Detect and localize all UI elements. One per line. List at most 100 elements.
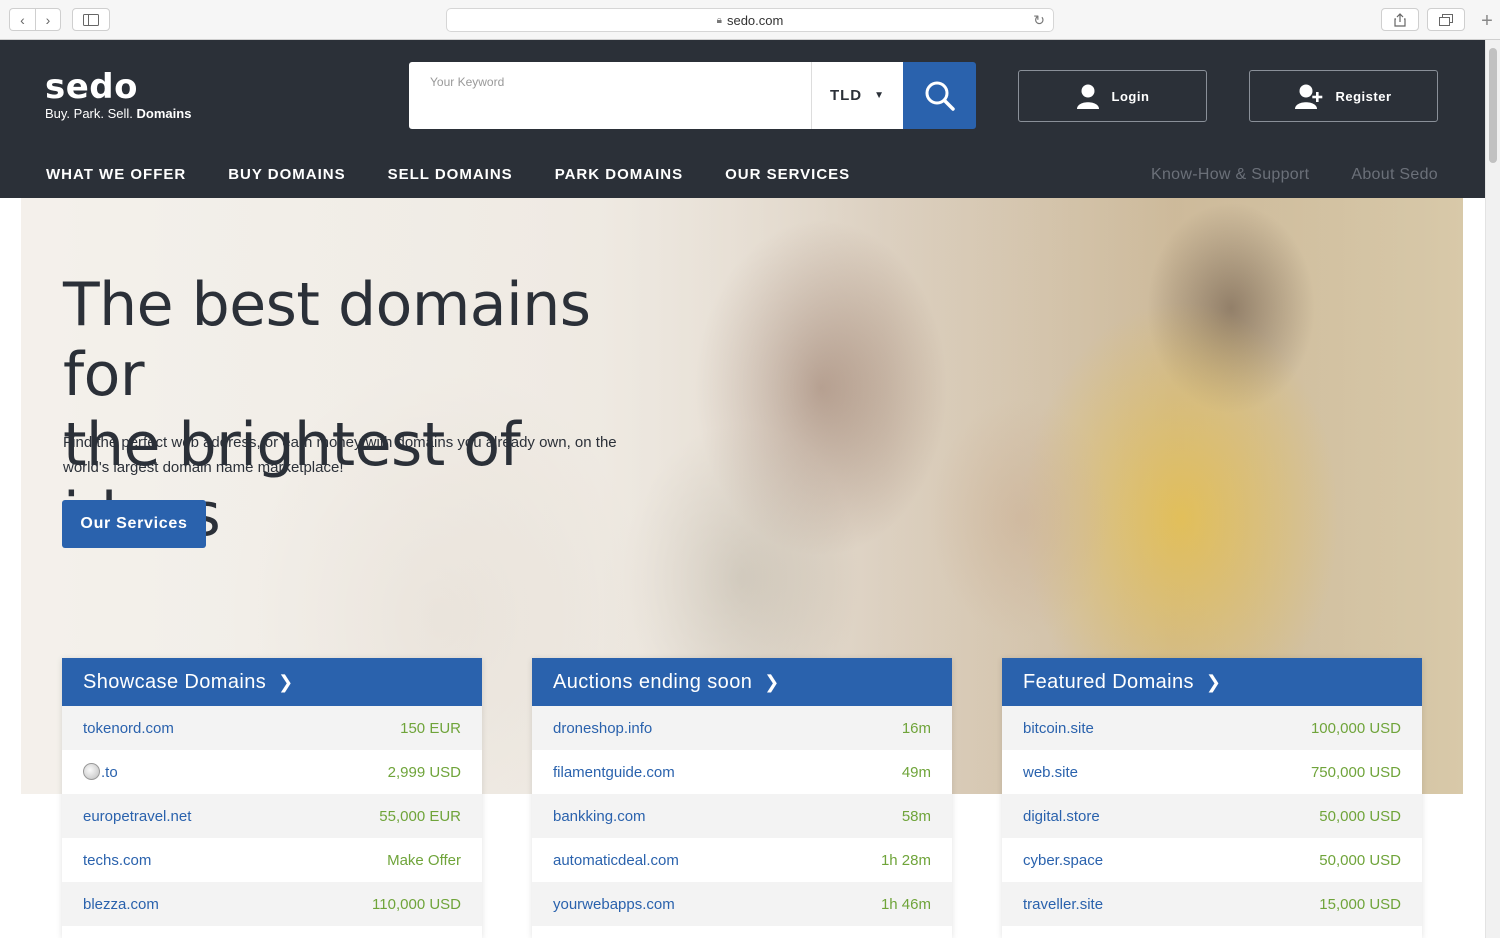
secondary-nav: Know-How & Support About Sedo <box>1109 166 1438 184</box>
featured-domains-panel: Featured Domains ❯ bitcoin.site 100,000 U… <box>1002 658 1422 938</box>
domain-link[interactable]: cyber.space <box>1023 852 1103 869</box>
history-buttons: ‹ › <box>9 8 61 31</box>
domain-link[interactable]: .to <box>83 763 118 781</box>
domain-price: 150 EUR <box>400 719 461 737</box>
list-item[interactable]: .to 2,999 USD <box>62 750 482 794</box>
sidebar-toggle-icon[interactable] <box>72 8 110 31</box>
register-button[interactable]: Register <box>1249 70 1438 122</box>
share-icon[interactable] <box>1381 8 1419 31</box>
domain-price: 50,000 USD <box>1319 807 1401 825</box>
tagline-prefix: Buy. Park. Sell. <box>45 106 133 121</box>
time-left: 1h 46m <box>880 895 931 913</box>
domain-link[interactable]: europetravel.net <box>83 808 191 825</box>
domain-price: 55,000 EUR <box>379 807 461 825</box>
keyword-input[interactable] <box>409 62 811 129</box>
list-item[interactable]: techs.com Make Offer <box>62 838 482 882</box>
logo-tagline: Buy. Park. Sell. Domains <box>45 106 191 121</box>
list-item[interactable]: cyber.space 50,000 USD <box>1002 838 1422 882</box>
nav-what-we-offer[interactable]: WHAT WE OFFER <box>46 166 186 183</box>
list-item[interactable]: bitcoin.site 100,000 USD <box>1002 706 1422 750</box>
hero-description: Find the perfect web address, or earn mo… <box>63 434 617 476</box>
new-tab-icon[interactable]: + <box>1476 10 1498 32</box>
nav-about-sedo[interactable]: About Sedo <box>1351 166 1438 184</box>
panel-title: Featured Domains <box>1023 670 1194 693</box>
panel-title: Showcase Domains <box>83 670 267 693</box>
panel-title: Auctions ending soon <box>553 670 753 693</box>
domain-link[interactable]: traveller.site <box>1023 896 1103 913</box>
forward-icon[interactable]: › <box>35 8 61 31</box>
site-header: sedo Buy. Park. Sell. Domains Your Keywo… <box>0 40 1485 198</box>
login-label: Login <box>1111 88 1150 104</box>
domain-price: Make Offer <box>387 851 461 869</box>
back-icon[interactable]: ‹ <box>9 8 35 31</box>
keyword-field[interactable]: Your Keyword <box>409 62 811 129</box>
domain-link[interactable]: tokenord.com <box>83 720 174 737</box>
browser-toolbar: ‹ › 🔒︎ sedo.com ↻ + <box>0 0 1500 40</box>
logo-wordmark: sedo <box>45 67 138 107</box>
showcase-domains-panel: Showcase Domains ❯ tokenord.com 150 EUR .… <box>62 658 482 938</box>
tld-label: TLD <box>829 87 863 104</box>
domain-price: 15,000 USD <box>1319 895 1401 913</box>
register-label: Register <box>1335 88 1392 104</box>
list-item[interactable]: europetravel.net 55,000 EUR <box>62 794 482 838</box>
domain-link[interactable]: filamentguide.com <box>553 764 675 781</box>
list-item[interactable]: bankking.com 58m <box>532 794 952 838</box>
domain-link[interactable]: web.site <box>1023 764 1078 781</box>
panel-header[interactable]: Featured Domains ❯ <box>1002 658 1422 706</box>
chevron-right-icon: ❯ <box>1205 671 1222 692</box>
our-services-button[interactable]: Our Services <box>62 500 206 548</box>
sedo-logo[interactable]: sedo Buy. Park. Sell. Domains <box>45 70 191 121</box>
domain-price: 750,000 USD <box>1310 763 1401 781</box>
domain-link[interactable]: bitcoin.site <box>1023 720 1094 737</box>
domain-search: Your Keyword TLD ▼ <box>409 62 976 129</box>
address-bar[interactable]: 🔒︎ sedo.com ↻ <box>446 8 1054 32</box>
list-item[interactable]: yourwebapps.com 1h 46m <box>532 882 952 926</box>
hero-headline-line1: The best domains for <box>63 270 591 410</box>
time-left: 58m <box>901 807 931 825</box>
time-left: 1h 28m <box>880 851 931 869</box>
domain-price: 110,000 USD <box>372 895 461 913</box>
domain-link[interactable]: digital.store <box>1023 808 1100 825</box>
domain-price: 2,999 USD <box>387 763 461 781</box>
nav-our-services[interactable]: OUR SERVICES <box>725 166 850 183</box>
domain-suffix: .to <box>101 764 118 781</box>
panel-header[interactable]: Auctions ending soon ❯ <box>532 658 952 706</box>
chevron-right-icon: ❯ <box>278 671 294 692</box>
list-item[interactable]: automaticdeal.com 1h 28m <box>532 838 952 882</box>
nav-know-how-support[interactable]: Know-How & Support <box>1151 166 1309 184</box>
domain-link[interactable]: automaticdeal.com <box>553 852 679 869</box>
reload-icon[interactable]: ↻ <box>1033 12 1045 29</box>
add-user-icon <box>1295 84 1323 109</box>
domain-link[interactable]: yourwebapps.com <box>553 896 675 913</box>
login-button[interactable]: Login <box>1018 70 1207 122</box>
list-item[interactable]: droneshop.info 16m <box>532 706 952 750</box>
list-item[interactable]: digital.store 50,000 USD <box>1002 794 1422 838</box>
search-button[interactable] <box>903 62 976 129</box>
tld-select[interactable]: TLD ▼ <box>811 62 903 129</box>
domain-link[interactable]: blezza.com <box>83 896 159 913</box>
scrollbar-thumb[interactable] <box>1489 48 1497 163</box>
main-nav: WHAT WE OFFER BUY DOMAINS SELL DOMAINS P… <box>46 166 892 183</box>
domain-price: 100,000 USD <box>1310 719 1401 737</box>
page-scrollbar[interactable] <box>1485 40 1500 938</box>
nav-park-domains[interactable]: PARK DOMAINS <box>555 166 683 183</box>
nav-sell-domains[interactable]: SELL DOMAINS <box>388 166 513 183</box>
list-item[interactable]: web.site 750,000 USD <box>1002 750 1422 794</box>
domain-link[interactable]: techs.com <box>83 852 151 869</box>
domain-link[interactable]: bankking.com <box>553 808 646 825</box>
address-url: sedo.com <box>726 12 784 28</box>
domain-price: 50,000 USD <box>1319 851 1401 869</box>
list-item[interactable]: traveller.site 15,000 USD <box>1002 882 1422 926</box>
lock-icon: 🔒︎ <box>716 14 722 26</box>
nav-buy-domains[interactable]: BUY DOMAINS <box>228 166 345 183</box>
list-item[interactable]: blezza.com 110,000 USD <box>62 882 482 926</box>
time-left: 16m <box>901 719 931 737</box>
tabs-overview-icon[interactable] <box>1427 8 1465 31</box>
panel-header[interactable]: Showcase Domains ❯ <box>62 658 482 706</box>
list-item[interactable]: filamentguide.com 49m <box>532 750 952 794</box>
chevron-right-icon: ❯ <box>764 671 780 692</box>
baseball-icon <box>83 763 100 780</box>
search-icon <box>925 81 955 111</box>
domain-link[interactable]: droneshop.info <box>553 720 652 737</box>
list-item[interactable]: tokenord.com 150 EUR <box>62 706 482 750</box>
